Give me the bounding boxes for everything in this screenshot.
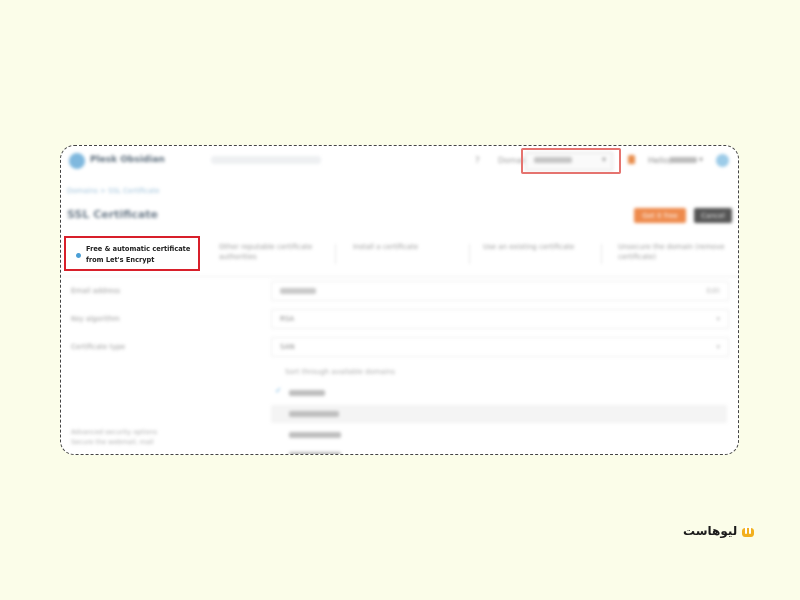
cert-type-row: Certificate type SAN ▾	[61, 337, 738, 371]
list-item[interactable]	[271, 405, 727, 423]
page-title: SSL Certificate	[67, 208, 158, 221]
brand-name: لیوهاست	[683, 524, 738, 538]
list-item-text	[289, 390, 325, 396]
breadcrumb[interactable]: Domains > SSL Certificate	[67, 187, 160, 195]
key-label: Key algorithm	[71, 315, 120, 323]
tab-lets-encrypt[interactable]: Free & automatic certificate from Let's …	[64, 236, 200, 271]
cert-type-value: SAN	[280, 343, 295, 351]
user-greeting: Hello,	[648, 156, 671, 165]
app-name: Plesk Obsidian	[90, 155, 165, 165]
tab-install-certificate[interactable]: Install a certificate	[353, 242, 463, 252]
tab-divider	[469, 244, 470, 264]
tab-unsecure-domain[interactable]: Unsecure the domain (remove certificate)	[618, 242, 738, 262]
key-value: RSA	[280, 315, 295, 323]
cancel-button[interactable]: Cancel	[694, 208, 732, 223]
email-label: Email address	[71, 287, 121, 295]
user-name[interactable]	[669, 157, 697, 163]
brand-watermark: لیوهاست	[683, 523, 755, 539]
list-item[interactable]: ✓	[271, 384, 727, 402]
brand-logo-icon	[741, 524, 755, 538]
tab-existing-certificate[interactable]: Use an existing certificate	[483, 242, 593, 252]
avatar[interactable]	[716, 154, 729, 167]
email-edit-link[interactable]: Edit	[706, 287, 720, 295]
tab-divider	[335, 244, 336, 264]
list-header: Sort through available domains	[285, 368, 395, 376]
bell-icon[interactable]	[628, 155, 635, 164]
key-select[interactable]: RSA ▾	[271, 309, 729, 329]
radio-selected-icon	[76, 253, 81, 258]
chevron-down-icon: ▾	[716, 343, 720, 351]
top-bar: Plesk Obsidian ? Domain ▾ Hello, ▾	[61, 146, 738, 176]
tab-divider	[601, 244, 602, 264]
tab-lets-encrypt-label: Free & automatic certificate from Let's …	[86, 245, 191, 264]
list-item[interactable]	[271, 446, 727, 454]
check-icon: ✓	[275, 386, 282, 395]
list-item-text	[289, 432, 341, 438]
domain-select-highlight	[521, 148, 621, 174]
list-item-text	[289, 452, 341, 454]
list-item[interactable]	[271, 426, 727, 444]
list-item-text	[289, 411, 339, 417]
cert-type-select[interactable]: SAN ▾	[271, 337, 729, 357]
screenshot-frame: Plesk Obsidian ? Domain ▾ Hello, ▾ Domai…	[60, 145, 739, 455]
get-free-button[interactable]: Get it free	[634, 208, 686, 223]
chevron-down-icon: ▾	[716, 315, 720, 323]
email-value	[280, 288, 316, 294]
chevron-down-icon[interactable]: ▾	[699, 155, 703, 164]
email-field[interactable]: Edit	[271, 281, 729, 301]
tab-other-authorities[interactable]: Other reputable certificate authorities	[219, 242, 327, 262]
cert-type-label: Certificate type	[71, 343, 126, 351]
search-input[interactable]	[211, 156, 321, 164]
help-icon[interactable]: ?	[475, 156, 480, 166]
app-logo-icon	[69, 153, 85, 169]
advanced-options-label: Advanced security options Secure the web…	[71, 428, 158, 446]
